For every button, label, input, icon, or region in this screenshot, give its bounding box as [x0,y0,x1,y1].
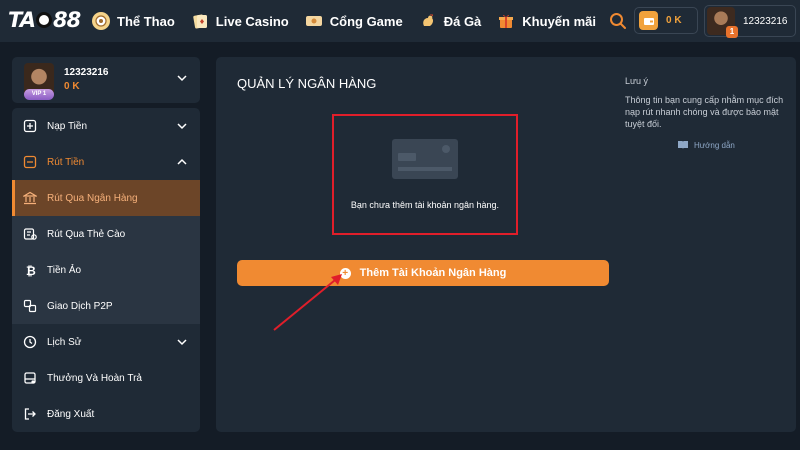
empty-state-highlight: Bạn chưa thêm tài khoản ngân hàng. [332,114,518,235]
wallet-balance[interactable]: 0 K [634,7,698,34]
menu-item-dang-xuat[interactable]: Đăng Xuất [12,396,200,432]
menu-item-giao-dich-p2p[interactable]: Giao Dịch P2P [12,288,200,324]
notification-badge: 1 [726,26,738,38]
menu-item-rut-qua-ngan-hang[interactable]: Rút Qua Ngân Hàng [12,180,200,216]
nav-label: Thể Thao [117,13,175,29]
nav-label: Đá Gà [443,13,482,29]
bitcoin-icon: ₿ [26,264,36,277]
menu-item-label: Thưởng Và Hoàn Trả [47,372,142,384]
menu-item-label: Nạp Tiền [47,120,88,132]
book-icon [678,141,688,149]
user-menu[interactable]: 1 12323216 [704,5,796,38]
history-icon [23,335,37,349]
guide-link-label: Hướng dẫn [694,140,735,150]
menu-item-label: Giao Dịch P2P [47,300,113,312]
empty-state-message: Bạn chưa thêm tài khoản ngân hàng. [350,200,500,210]
gift-icon [497,12,515,30]
wallet-amount: 0 K [666,15,682,26]
nav-cong-game[interactable]: Cổng Game [305,12,403,30]
menu-item-label: Lịch Sử [47,336,82,348]
rewards-icon [24,372,36,384]
note-text: Thông tin bạn cung cấp nhằm mục đích nạp… [625,95,784,129]
bank-icon [23,191,37,205]
scratch-card-icon [23,228,37,240]
svg-text:₿: ₿ [26,264,36,277]
p2p-icon [23,299,37,313]
menu-item-rut-qua-the-cao[interactable]: Rút Qua Thẻ Cào [12,216,200,252]
add-bank-account-label: Thêm Tài Khoản Ngân Hàng [359,267,507,279]
nav-live-casino[interactable]: Live Casino [191,12,289,30]
top-bar: TA 88 Thể Thao Live Casino Cổng Game Đá G… [0,0,800,42]
menu-item-rut-tien[interactable]: Rút Tiền [12,144,200,180]
menu-item-lich-su[interactable]: Lịch Sử [12,324,200,360]
sports-icon [92,12,110,30]
menu-item-label: Rút Tiền [47,156,85,168]
menu-item-nap-tien[interactable]: Nạp Tiền [12,108,200,144]
nav-da-ga[interactable]: Đá Gà [419,12,482,30]
bank-management-panel: QUẢN LÝ NGÂN HÀNG Bạn chưa thêm tài khoả… [216,57,796,432]
menu-item-thuong-va-hoan-tra[interactable]: Thưởng Và Hoàn Trả [12,360,200,396]
bank-card-icon [392,139,458,179]
menu-item-label: Rút Qua Thẻ Cào [47,228,126,240]
nav-khuyen-mai[interactable]: Khuyến mãi [497,12,596,30]
nav-the-thao[interactable]: Thể Thao [92,12,175,30]
nav-label: Live Casino [215,13,289,29]
wallet-icon [639,11,658,30]
nav-label: Khuyến mãi [522,13,596,29]
game-ticket-icon [305,12,323,30]
profile-username: 12323216 [64,67,109,78]
menu-item-label: Đăng Xuất [47,408,95,420]
account-menu: Nạp Tiền Rút Tiền Rút Qua Ngân Hàng Rút … [12,108,200,432]
note-title: Lưu ý [625,76,649,86]
profile-card[interactable]: VIP 1 12323216 0 K [12,57,200,103]
chevron-up-icon [177,158,187,165]
ta88-logo[interactable]: TA 88 [8,8,81,32]
logout-icon [24,408,36,420]
deposit-icon [23,119,37,133]
main-nav: Thể Thao Live Casino Cổng Game Đá Gà Khu… [92,0,612,42]
page-title: QUẢN LÝ NGÂN HÀNG [237,76,377,91]
search-icon[interactable] [609,12,627,30]
header-username: 12323216 [743,15,788,27]
profile-balance: 0 K [64,81,80,92]
casino-card-icon [191,12,209,30]
chevron-down-icon [177,123,187,130]
menu-item-tien-ao[interactable]: ₿ Tiền Ảo [12,252,200,288]
vip-badge: VIP 1 [24,89,54,100]
rooster-icon [419,12,437,30]
menu-item-label: Tiền Ảo [47,264,82,276]
soccer-ball-icon [35,12,52,28]
chevron-down-icon [177,339,187,346]
menu-item-label: Rút Qua Ngân Hàng [47,192,138,204]
annotation-arrow [273,274,342,331]
withdraw-icon [23,155,37,169]
guide-link[interactable]: Hướng dẫn [677,140,735,150]
chevron-down-icon[interactable] [176,72,188,84]
nav-label: Cổng Game [329,13,403,29]
avatar: 1 [707,7,738,38]
